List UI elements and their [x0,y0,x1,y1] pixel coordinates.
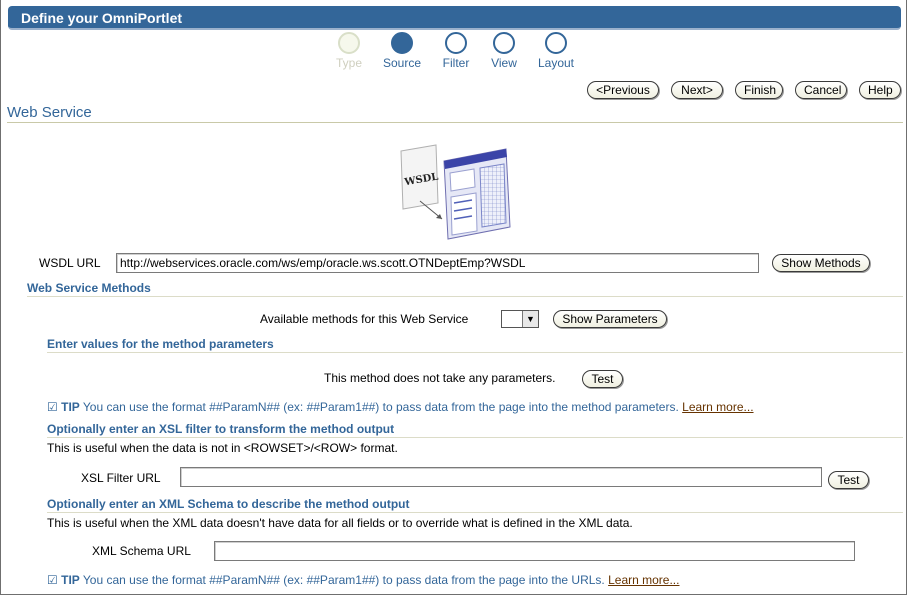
help-button[interactable]: Help [859,81,901,99]
web-service-methods-heading: Web Service Methods [27,281,151,295]
cancel-button[interactable]: Cancel [795,81,847,99]
wsdl-url-label: WSDL URL [39,256,101,270]
train-step-source: Source [372,32,432,70]
methods-select[interactable]: ▼ [501,310,539,328]
available-methods-label: Available methods for this Web Service [260,312,469,326]
methods-rule [27,296,903,297]
page-heading: Web Service [7,104,92,121]
previous-button[interactable]: <Previous [587,81,659,99]
step-circle-icon [391,32,413,54]
tip-label: TIP [61,400,80,414]
no-parameters-message: This method does not take any parameters… [324,371,556,385]
params-tip: ☑ TIP You can use the format ##ParamN## … [47,400,754,414]
train-step-type: Type [319,32,379,70]
wsdl-web-service-illustration-icon: WSDL [400,144,511,240]
xsl-filter-url-label: XSL Filter URL [81,471,161,485]
chevron-down-icon[interactable]: ▼ [522,311,538,327]
learn-more-link[interactable]: Learn more... [682,400,753,414]
xml-schema-heading: Optionally enter an XML Schema to descri… [47,497,410,511]
method-parameters-heading: Enter values for the method parameters [47,337,274,351]
checkmark-icon: ☑ [47,400,58,414]
tip-text: You can use the format ##ParamN## (ex: #… [82,573,605,587]
test-xsl-button[interactable]: Test [828,471,869,489]
schema-rule [47,512,903,513]
wizard-train: Type Source Filter View Layout [0,32,907,72]
schema-tip: ☑ TIP You can use the format ##ParamN## … [47,573,679,587]
test-method-button[interactable]: Test [582,370,623,388]
finish-button[interactable]: Finish [735,81,783,99]
next-button[interactable]: Next> [671,81,723,99]
step-circle-icon[interactable] [545,32,567,54]
xsl-filter-heading: Optionally enter an XSL filter to transf… [47,422,395,436]
xml-schema-url-label: XML Schema URL [92,544,191,558]
schema-description: This is useful when the XML data doesn't… [47,516,633,530]
wsdl-url-input[interactable]: http://webservices.oracle.com/ws/emp/ora… [116,253,759,273]
checkmark-icon: ☑ [47,573,58,587]
show-parameters-button[interactable]: Show Parameters [553,310,667,328]
xsl-filter-url-input[interactable] [180,467,822,487]
step-circle-icon[interactable] [493,32,515,54]
xsl-rule [47,437,903,438]
tip-label: TIP [61,573,80,587]
xsl-description: This is useful when the data is not in <… [47,441,398,455]
train-step-view[interactable]: View [474,32,534,70]
step-circle-icon [338,32,360,54]
params-rule [47,352,903,353]
heading-rule [7,122,903,123]
tip-text: You can use the format ##ParamN## (ex: #… [82,400,679,414]
learn-more-link[interactable]: Learn more... [608,573,679,587]
title-bar: Define your OmniPortlet [8,6,901,30]
window-title: Define your OmniPortlet [21,10,183,26]
show-methods-button[interactable]: Show Methods [772,254,870,272]
step-circle-icon[interactable] [445,32,467,54]
train-step-layout[interactable]: Layout [526,32,586,70]
xml-schema-url-input[interactable] [214,541,855,561]
